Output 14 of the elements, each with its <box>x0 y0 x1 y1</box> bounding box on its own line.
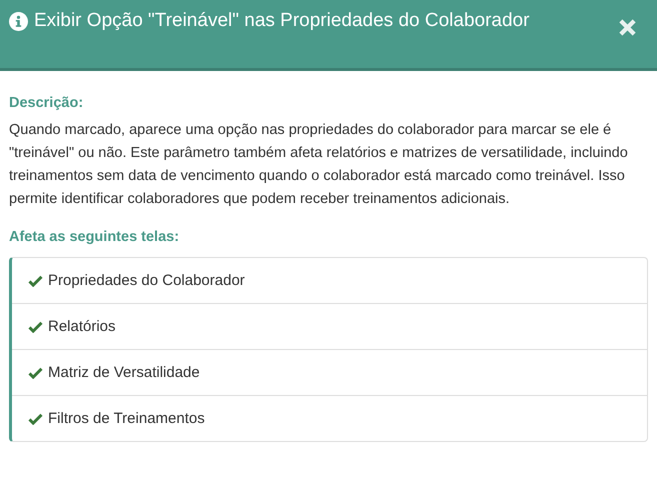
screen-name: Relatórios <box>48 318 116 335</box>
screen-name: Propriedades do Colaborador <box>48 272 245 289</box>
section-label: Descrição: <box>9 95 84 111</box>
info-icon <box>9 12 28 30</box>
check-icon <box>28 412 43 424</box>
check-icon <box>28 320 43 332</box>
description-text: Quando marcado, aparece uma opção nas propriedades do colaborador para marcar se ele é "treinável" ou não. Este parâmetro também afeta relatórios e matrizes de versatilidade, incluindo treinamentos sem data de vencimento quando o colaborador está marcado como treinável. Isso permite identificar colaboradores que podem receber treinamentos adicionais. <box>9 121 629 209</box>
dialog-title: Exibir Opção "Treinável" nas Propriedades do Colaborador <box>34 10 530 32</box>
close-icon[interactable] <box>618 18 637 37</box>
screen-name: Matriz de Versatilidade <box>48 364 200 381</box>
check-icon <box>28 366 43 378</box>
section-label: Afeta as seguintes telas: <box>9 229 180 245</box>
check-icon <box>28 274 43 286</box>
screen-name: Filtros de Treinamentos <box>48 410 205 427</box>
